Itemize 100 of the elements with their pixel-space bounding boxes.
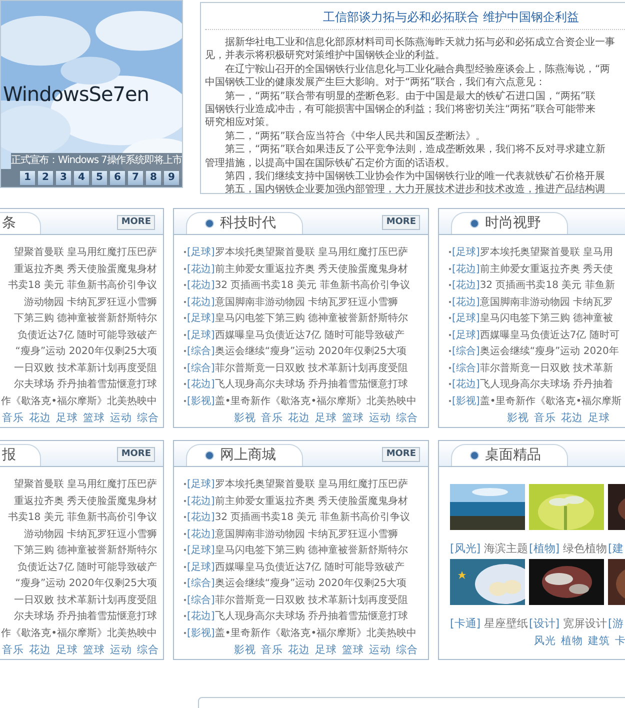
news-item[interactable]: [花边]飞人现身高尔夫球场 乔丹抽着雪茄惬意打球 bbox=[184, 377, 408, 394]
category-link[interactable]: 运动 bbox=[110, 411, 132, 427]
category-link[interactable]: 音乐 bbox=[261, 643, 283, 659]
news-item[interactable]: [综合]菲尔普斯竟一日双败 技术革新计划再度受阻 bbox=[184, 592, 408, 609]
news-item[interactable]: [花边]飞人现身高尔夫球场 乔丹抽着 bbox=[449, 377, 613, 394]
page-button[interactable]: 6 bbox=[110, 171, 125, 185]
category-link[interactable]: 综合 bbox=[137, 643, 159, 659]
tile-caption[interactable]: [植物] 绿色植物 bbox=[529, 542, 608, 556]
category-link[interactable]: 足球 bbox=[588, 411, 610, 427]
more-button[interactable]: MORE bbox=[117, 447, 155, 462]
news-item[interactable]: [足球]西媒曝皇马负债近达7亿 随时可能导致破产 bbox=[184, 560, 404, 576]
news-item[interactable]: 游动物园 卡纳瓦罗狂逗小雪狮 bbox=[24, 526, 157, 543]
news-item[interactable]: [足球]皇马闪电签下第三购 德神童被誉新舒斯特尔 bbox=[184, 543, 408, 560]
news-item[interactable]: [足球]罗本埃托奥望聚首曼联 皇马用红魔打压巴萨 bbox=[184, 477, 408, 494]
news-item[interactable]: [影视]盖•里奇新作《歇洛克•福尔摩斯》北美热映中 bbox=[184, 626, 417, 642]
news-item[interactable]: [花边]意国脚南非游动物园 卡纳瓦罗狂逗小雪狮 bbox=[184, 294, 398, 311]
panel-tab[interactable]: 报 bbox=[0, 444, 41, 466]
news-item[interactable]: 负债近达7亿 随时可能导致破产 bbox=[17, 560, 157, 576]
news-item[interactable]: [花边]前主帅爱女重返拉齐奥 秀天使脸蛋魔鬼身材 bbox=[184, 262, 408, 278]
news-item[interactable]: 书卖18 美元 菲鱼新书高价引争议 bbox=[8, 278, 157, 294]
news-item[interactable]: [花边]意国脚南非游动物园 卡纳瓦罗 bbox=[449, 294, 613, 311]
category-link[interactable]: 花边 bbox=[288, 643, 310, 659]
page-button[interactable]: 1 bbox=[20, 171, 35, 185]
news-item[interactable]: [花边]32 页插画书卖18 美元 菲鱼新书高价引争议 bbox=[184, 278, 410, 294]
category-link[interactable]: 运动 bbox=[369, 643, 391, 659]
news-item[interactable]: [花边]意国脚南非游动物园 卡纳瓦罗狂逗小雪狮 bbox=[184, 526, 398, 543]
category-link[interactable]: 篮球 bbox=[342, 643, 364, 659]
category-link[interactable]: 花边 bbox=[29, 411, 51, 427]
news-item[interactable]: “瘦身”运动 2020年仅剩25大项 bbox=[15, 576, 157, 592]
news-item[interactable]: 望聚首曼联 皇马用红魔打压巴萨 bbox=[14, 245, 157, 262]
category-link[interactable]: 足球 bbox=[56, 643, 78, 659]
category-link[interactable]: 影视 bbox=[507, 411, 529, 427]
news-item[interactable]: [足球]皇马闪电签下第三购 德神童被 bbox=[449, 311, 613, 328]
page-button[interactable]: 9 bbox=[164, 171, 179, 185]
category-link[interactable]: 音乐 bbox=[2, 411, 24, 427]
news-item[interactable]: [综合]菲尔普斯竟一日双败 技术革新计划再度受阻 bbox=[184, 360, 408, 377]
news-item[interactable]: [花边]前主帅爱女重返拉齐奥 秀天使脸蛋魔鬼身材 bbox=[184, 494, 408, 510]
news-item[interactable]: 下第三购 德神童被誉新舒斯特尔 bbox=[14, 311, 157, 328]
category-link[interactable]: 足球 bbox=[56, 411, 78, 427]
panel-tab[interactable]: 科技时代 bbox=[186, 212, 303, 234]
page-button[interactable]: 3 bbox=[56, 171, 71, 185]
category-link[interactable]: 篮球 bbox=[342, 411, 364, 427]
news-item[interactable]: 尔夫球场 乔丹抽着雪茄惬意打球 bbox=[14, 377, 157, 394]
news-item[interactable]: [花边]前主帅爱女重返拉齐奥 秀天使 bbox=[449, 262, 613, 278]
panel-tab[interactable]: 桌面精品 bbox=[451, 444, 568, 466]
category-link[interactable]: 风光 bbox=[534, 634, 556, 650]
page-button[interactable]: 7 bbox=[128, 171, 143, 185]
category-link[interactable]: 花边 bbox=[288, 411, 310, 427]
news-item[interactable]: 游动物园 卡纳瓦罗狂逗小雪狮 bbox=[24, 294, 157, 311]
news-item[interactable]: 尔夫球场 乔丹抽着雪茄惬意打球 bbox=[14, 609, 157, 626]
news-item[interactable]: [综合]菲尔普斯竟一日双败 技术革新 bbox=[449, 360, 613, 377]
tile-caption[interactable]: [风光] 海滨主题 bbox=[450, 542, 528, 556]
category-link[interactable]: 音乐 bbox=[534, 411, 556, 427]
news-item[interactable]: [足球]西媒曝皇马负债近达7亿 随时可 bbox=[449, 328, 620, 344]
tile-caption[interactable]: [设计] 宽屏设计 bbox=[529, 617, 608, 631]
news-item[interactable]: 一日双败 技术革新计划再度受阻 bbox=[14, 360, 157, 377]
category-link[interactable]: 运动 bbox=[110, 643, 132, 659]
news-item[interactable]: 重返拉齐奥 秀天使脸蛋魔鬼身材 bbox=[14, 262, 157, 278]
news-item[interactable]: [足球]罗本埃托奥望聚首曼联 皇马用红魔打压巴萨 bbox=[184, 245, 408, 262]
news-item[interactable]: 书卖18 美元 菲鱼新书高价引争议 bbox=[8, 510, 157, 526]
news-item[interactable]: [影视]盖•里奇新作《歇洛克•福尔摩斯 bbox=[449, 394, 622, 410]
more-button[interactable]: MORE bbox=[382, 447, 420, 462]
news-item[interactable]: 负债近达7亿 随时可能导致破产 bbox=[17, 328, 157, 344]
news-item[interactable]: 下第三购 德神童被誉新舒斯特尔 bbox=[14, 543, 157, 560]
news-item[interactable]: [综合]奥运会继续“瘦身”运动 2020年仅剩25大项 bbox=[184, 576, 407, 592]
news-item[interactable]: 作《歇洛克•福尔摩斯》北美热映中 bbox=[1, 394, 157, 410]
tile-caption[interactable]: [游 bbox=[608, 617, 624, 631]
news-item[interactable]: [足球]罗本埃托奥望聚首曼联 皇马用 bbox=[449, 245, 613, 262]
category-link[interactable]: 花边 bbox=[29, 643, 51, 659]
news-item[interactable]: [影视]盖•里奇新作《歇洛克•福尔摩斯》北美热映中 bbox=[184, 394, 417, 410]
category-link[interactable]: 影视 bbox=[234, 411, 256, 427]
category-link[interactable]: 综合 bbox=[137, 411, 159, 427]
page-button[interactable]: 4 bbox=[74, 171, 89, 185]
panel-tab[interactable]: 网上商城 bbox=[186, 444, 303, 466]
news-item[interactable]: “瘦身”运动 2020年仅剩25大项 bbox=[15, 344, 157, 360]
news-item[interactable]: [花边]飞人现身高尔夫球场 乔丹抽着雪茄惬意打球 bbox=[184, 609, 408, 626]
category-link[interactable]: 花边 bbox=[561, 411, 583, 427]
tile-caption[interactable]: [卡通] 星座壁纸 bbox=[450, 617, 528, 631]
category-link[interactable]: 植物 bbox=[561, 634, 583, 650]
news-item[interactable]: 一日双败 技术革新计划再度受阻 bbox=[14, 592, 157, 609]
category-link[interactable]: 足球 bbox=[315, 411, 337, 427]
category-link[interactable]: 音乐 bbox=[261, 411, 283, 427]
category-link[interactable]: 篮球 bbox=[83, 411, 105, 427]
category-link[interactable]: 运动 bbox=[369, 411, 391, 427]
news-item[interactable]: [综合]奥运会继续“瘦身”运动 2020年 bbox=[449, 344, 619, 360]
news-item[interactable]: [足球]西媒曝皇马负债近达7亿 随时可能导致破产 bbox=[184, 328, 404, 344]
category-link[interactable]: 篮球 bbox=[83, 643, 105, 659]
category-link[interactable]: 建筑 bbox=[588, 634, 610, 650]
more-button[interactable]: MORE bbox=[382, 215, 420, 230]
news-item[interactable]: [花边]32 页插画书卖18 美元 菲鱼新 bbox=[449, 278, 615, 294]
category-link[interactable]: 综合 bbox=[396, 643, 418, 659]
news-item[interactable]: 重返拉齐奥 秀天使脸蛋魔鬼身材 bbox=[14, 494, 157, 510]
category-link[interactable]: 足球 bbox=[315, 643, 337, 659]
category-link[interactable]: 影视 bbox=[234, 643, 256, 659]
panel-tab[interactable]: 条 bbox=[0, 212, 41, 234]
panel-tab[interactable]: 时尚视野 bbox=[451, 212, 568, 234]
news-item[interactable]: 作《歇洛克•福尔摩斯》北美热映中 bbox=[1, 626, 157, 642]
page-button[interactable]: 5 bbox=[92, 171, 107, 185]
news-item[interactable]: [花边]32 页插画书卖18 美元 菲鱼新书高价引争议 bbox=[184, 510, 410, 526]
news-item[interactable]: [综合]奥运会继续“瘦身”运动 2020年仅剩25大项 bbox=[184, 344, 407, 360]
